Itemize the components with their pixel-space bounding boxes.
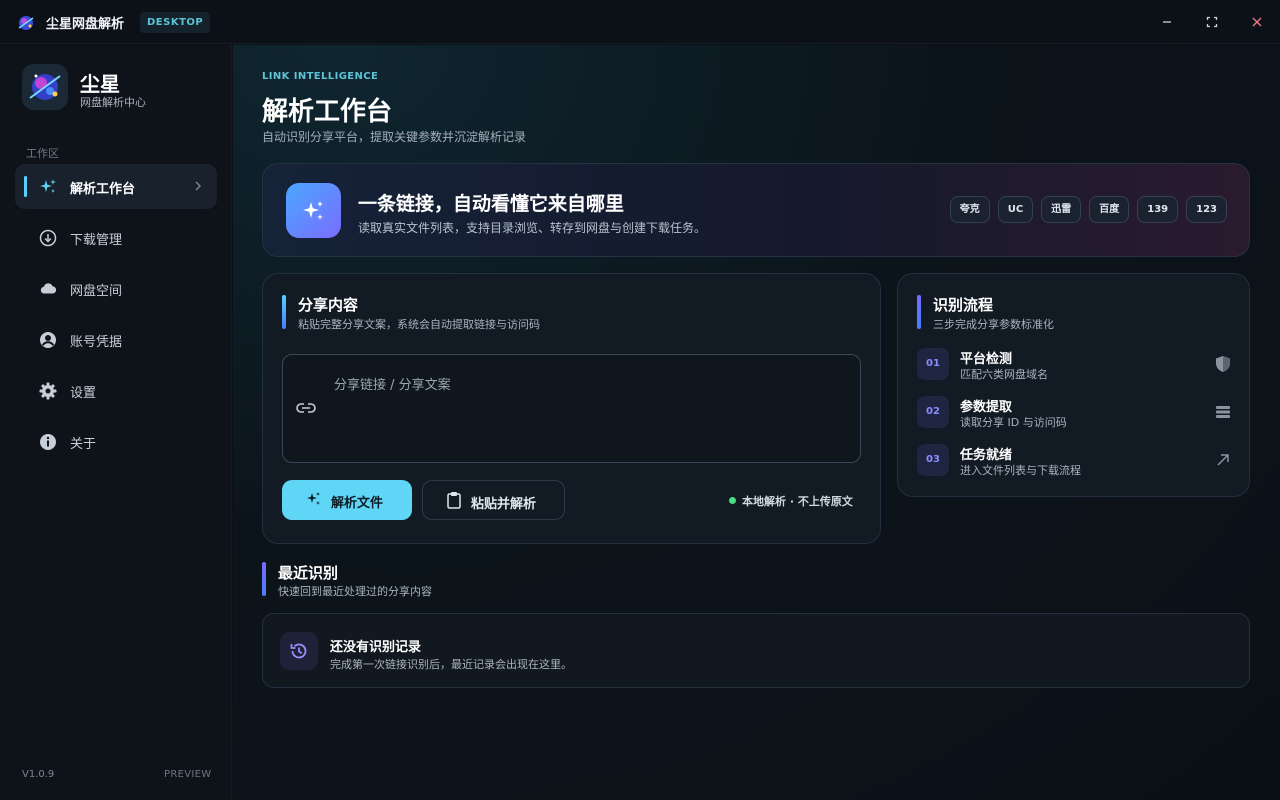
recognition-flow-card: 识别流程 三步完成分享参数标准化 01 平台检测 匹配六类网盘域名 02 参数提… [897,273,1250,497]
step-title: 参数提取 [960,400,1013,415]
empty-state-subtitle: 完成第一次链接识别后，最近记录会出现在这里。 [330,658,572,671]
platform-badge: DESKTOP [140,12,211,33]
sidebar-item-label: 关于 [70,437,97,452]
recent-section-title: 最近识别 [278,564,339,582]
sidebar-item-workbench[interactable]: 解析工作台 [15,164,217,209]
app-logo-icon [18,16,34,30]
sidebar-item-label: 下载管理 [70,233,123,248]
step-number: 02 [917,396,949,428]
brand-logo-icon [22,64,68,110]
list-icon [1216,406,1230,418]
card-title: 分享内容 [298,296,359,314]
brand-logo [22,64,68,110]
title-bar: 尘星网盘解析 DESKTOP [0,0,1280,44]
hero-title: 一条链接，自动看懂它来自哪里 [358,193,625,215]
sidebar-item-cloud[interactable]: 网盘空间 [15,266,217,311]
paste-button-label: 粘贴并解析 [471,497,537,512]
cloud-icon [40,283,57,294]
sidebar-item-label: 解析工作台 [70,182,136,197]
sparkles-icon [302,200,323,220]
step-number: 01 [917,348,949,380]
paste-parse-button[interactable]: 粘贴并解析 [422,480,565,520]
step-subtitle: 匹配六类网盘域名 [960,368,1048,381]
step-subtitle: 读取分享 ID 与访问码 [960,416,1067,429]
chevron-right-icon [195,181,201,191]
page-title: 解析工作台 [262,97,393,127]
maximize-button[interactable] [1202,12,1222,32]
page-subtitle: 自动识别分享平台，提取关键参数并沉淀解析记录 [262,130,527,144]
step-title: 平台检测 [960,352,1013,367]
preview-label: PREVIEW [164,769,212,780]
close-button[interactable] [1247,12,1267,32]
card-subtitle: 三步完成分享参数标准化 [933,318,1054,331]
parse-button[interactable]: 解析文件 [282,480,412,520]
main-content: LINK INTELLIGENCE 解析工作台 自动识别分享平台，提取关键参数并… [233,45,1280,800]
arrow-up-right-icon [1217,454,1229,466]
sidebar-item-accounts[interactable]: 账号凭据 [15,317,217,362]
flow-step: 01 平台检测 匹配六类网盘域名 [917,346,1232,382]
status-dot [729,497,736,504]
sidebar-item-downloads[interactable]: 下载管理 [15,215,217,260]
share-input-placeholder: 分享链接 / 分享文案 [334,378,451,393]
share-content-card: 分享内容 粘贴完整分享文案，系统会自动提取链接与访问码 分享链接 / 分享文案 … [262,273,881,544]
platform-chip: 139 [1137,196,1179,223]
step-subtitle: 进入文件列表与下载流程 [960,464,1081,477]
history-icon [290,643,307,659]
platform-chip: UC [997,196,1034,223]
sidebar-item-about[interactable]: 关于 [15,419,217,464]
brand-subtitle: 网盘解析中心 [80,96,146,109]
eyebrow-label: LINK INTELLIGENCE [262,71,379,82]
sidebar-item-label: 账号凭据 [70,335,123,350]
shield-icon [1216,356,1230,372]
section-label: 工作区 [26,147,59,160]
card-subtitle: 粘贴完整分享文案，系统会自动提取链接与访问码 [298,318,540,331]
section-accent-bar [262,562,266,596]
platform-chip: 夸克 [949,196,990,223]
clipboard-icon [447,492,461,509]
flow-step: 03 任务就绪 进入文件列表与下载流程 [917,442,1232,478]
hero-banner: 一条链接，自动看懂它来自哪里 读取真实文件列表，支持目录浏览、转存到网盘与创建下… [262,163,1250,257]
recent-empty-state: 还没有识别记录 完成第一次链接识别后，最近记录会出现在这里。 [262,613,1250,688]
hero-icon-tile [286,183,341,238]
app-name: 尘星网盘解析 [46,17,125,32]
sidebar-item-label: 设置 [70,386,97,401]
maximize-icon [1206,16,1218,28]
platform-chips: 夸克 UC 迅雷 百度 139 123 [949,196,1227,223]
platform-chip: 迅雷 [1041,196,1082,223]
link-icon [296,403,316,413]
user-circle-icon [40,332,56,348]
parse-button-label: 解析文件 [331,496,384,511]
minimize-button[interactable] [1157,12,1177,32]
card-accent-bar [917,295,921,329]
sparkles-icon [40,179,56,193]
minimize-icon [1163,21,1171,23]
hero-subtitle: 读取真实文件列表，支持目录浏览、转存到网盘与创建下载任务。 [358,221,707,235]
history-icon-tile [280,632,318,670]
gear-icon [39,382,57,400]
flow-step: 02 参数提取 读取分享 ID 与访问码 [917,394,1232,430]
info-icon [40,434,56,450]
sparkles-icon [307,492,320,505]
brand-title: 尘星 [80,72,120,96]
platform-chip: 123 [1186,196,1227,223]
local-parse-note: 本地解析 · 不上传原文 [742,495,853,508]
empty-state-title: 还没有识别记录 [330,640,422,655]
platform-chip: 百度 [1089,196,1130,223]
version-label: V1.0.9 [22,769,55,780]
step-number: 03 [917,444,949,476]
sidebar-item-settings[interactable]: 设置 [15,368,217,413]
card-accent-bar [282,295,286,329]
card-title: 识别流程 [933,296,994,314]
sidebar-item-label: 网盘空间 [70,284,123,299]
recent-section-subtitle: 快速回到最近处理过的分享内容 [278,585,432,598]
sidebar: 尘星 网盘解析中心 工作区 解析工作台 下载管理 网盘空间 账号凭据 设置 关于… [0,45,232,800]
active-indicator [24,176,27,197]
close-icon [1252,17,1262,27]
step-title: 任务就绪 [960,448,1013,463]
share-text-input[interactable]: 分享链接 / 分享文案 [282,354,861,463]
download-icon [39,229,57,247]
